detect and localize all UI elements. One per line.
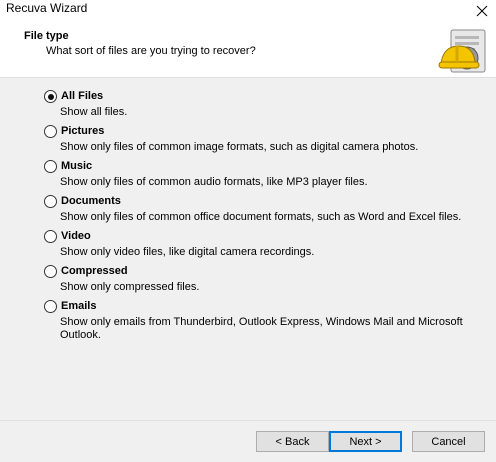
back-button[interactable]: < Back [256, 431, 329, 452]
option-description: Show only files of common office documen… [60, 211, 462, 223]
radio-music[interactable] [44, 160, 57, 173]
page-subtitle: What sort of files are you trying to rec… [46, 45, 256, 57]
radio-video[interactable] [44, 230, 57, 243]
close-button[interactable] [468, 0, 496, 22]
footer-divider [0, 420, 496, 421]
option-pictures[interactable]: Pictures Show only files of common image… [44, 125, 484, 154]
close-icon [476, 5, 488, 17]
option-compressed[interactable]: Compressed Show only compressed files. [44, 265, 484, 294]
radio-pictures[interactable] [44, 125, 57, 138]
option-label: Video [61, 230, 91, 242]
window-title: Recuva Wizard [6, 1, 88, 15]
option-label: Pictures [61, 125, 105, 137]
option-description: Show only compressed files. [60, 281, 200, 293]
recuva-hardhat-icon [438, 29, 486, 73]
option-description: Show all files. [60, 106, 128, 118]
next-button[interactable]: Next > [329, 431, 402, 452]
option-label: All Files [61, 90, 104, 102]
option-emails[interactable]: Emails Show only emails from Thunderbird… [44, 300, 484, 342]
option-description: Show only emails from Thunderbird, Outlo… [60, 316, 463, 341]
option-video[interactable]: Video Show only video files, like digita… [44, 230, 484, 259]
option-description: Show only files of common image formats,… [60, 141, 419, 153]
radio-documents[interactable] [44, 195, 57, 208]
option-label: Documents [61, 195, 121, 207]
option-label: Emails [61, 300, 97, 312]
title-bar: Recuva Wizard [0, 0, 496, 22]
option-label: Music [61, 160, 93, 172]
cancel-button[interactable]: Cancel [412, 431, 485, 452]
option-documents[interactable]: Documents Show only files of common offi… [44, 195, 484, 224]
radio-compressed[interactable] [44, 265, 57, 278]
wizard-header: File type What sort of files are you try… [0, 22, 496, 78]
radio-all-files[interactable] [44, 90, 57, 103]
option-all-files[interactable]: All Files Show all files. [44, 90, 484, 119]
recuva-wizard-window: Recuva Wizard File type What sort of fil… [0, 0, 496, 462]
option-description: Show only files of common audio formats,… [60, 176, 368, 188]
option-description: Show only video files, like digital came… [60, 246, 315, 258]
option-music[interactable]: Music Show only files of common audio fo… [44, 160, 484, 189]
page-title: File type [24, 30, 69, 42]
radio-emails[interactable] [44, 300, 57, 313]
option-label: Compressed [61, 265, 128, 277]
